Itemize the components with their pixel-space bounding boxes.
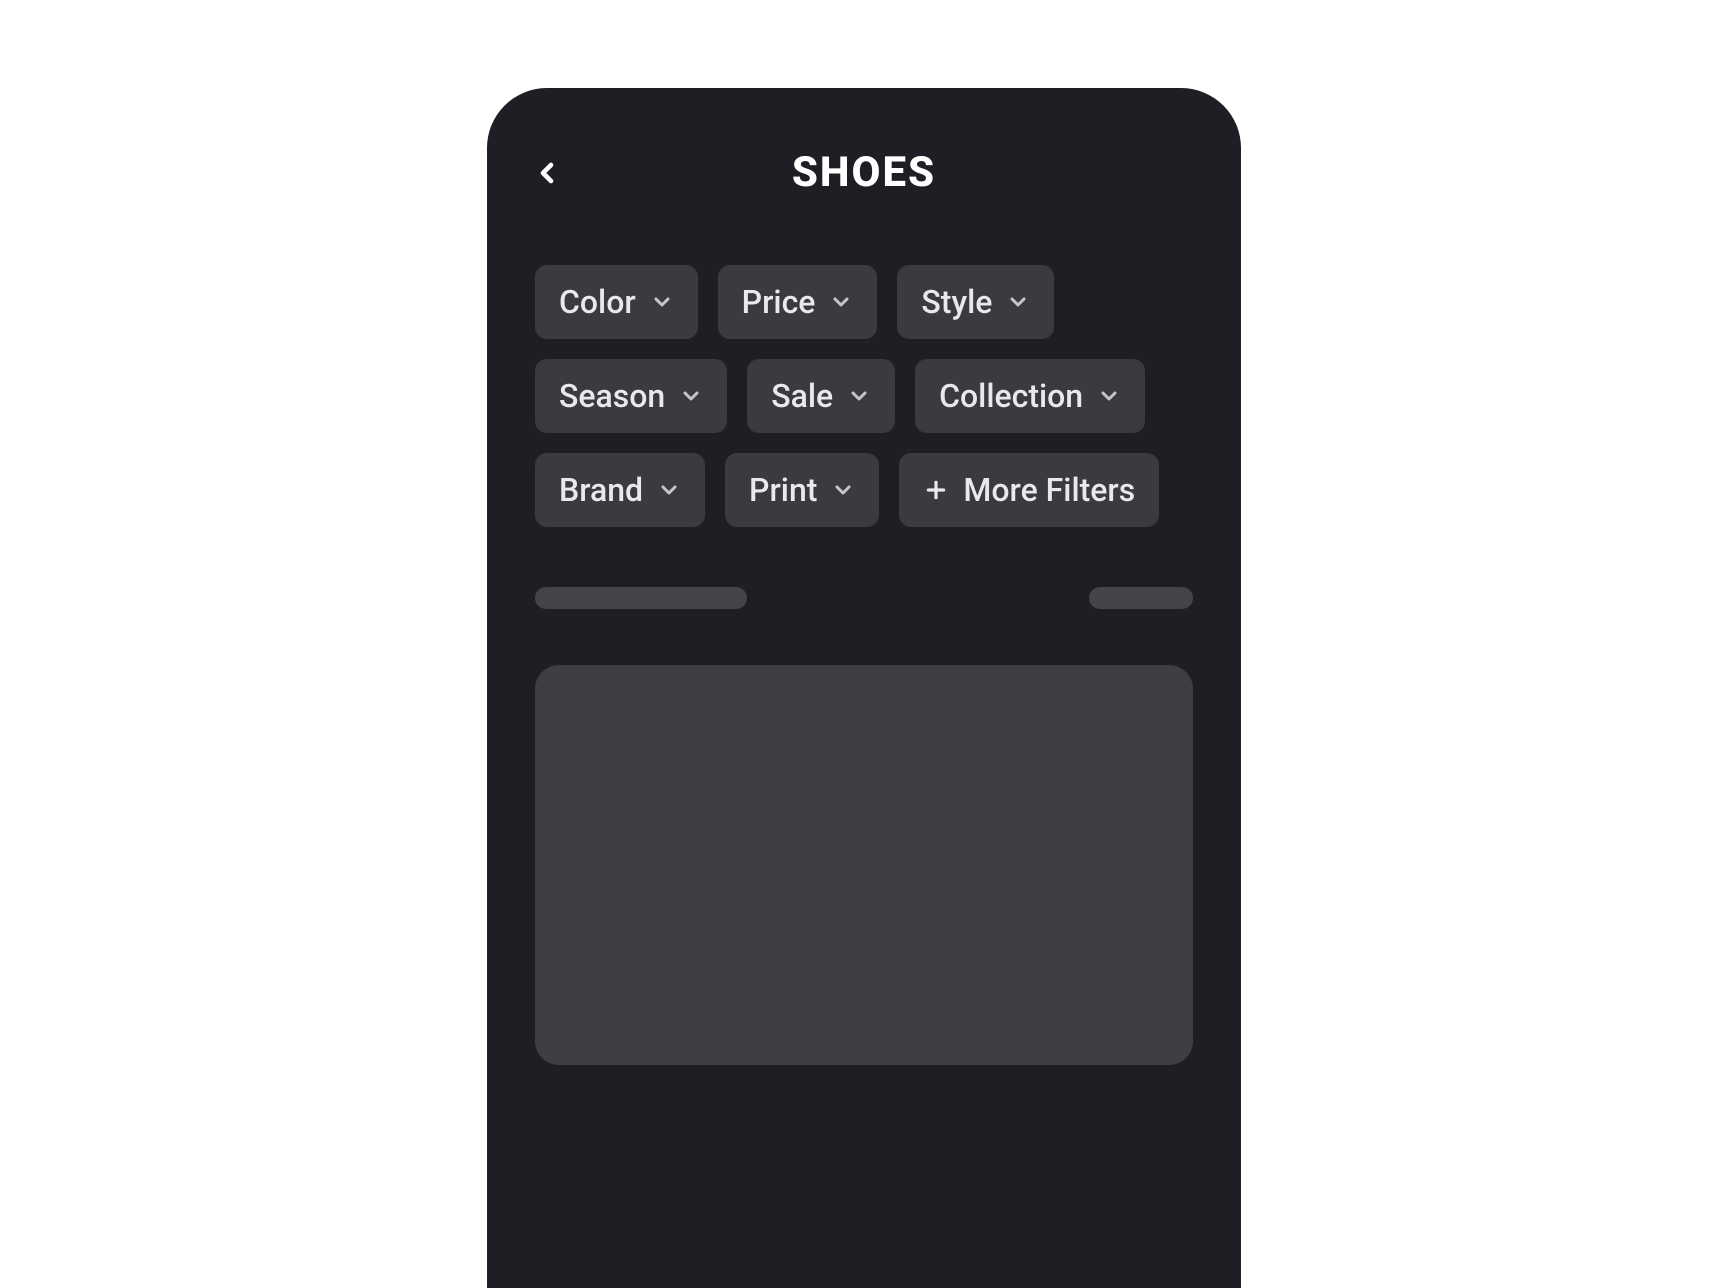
chevron-left-icon — [531, 157, 563, 189]
chevron-down-icon — [657, 478, 681, 502]
chevron-down-icon — [1006, 290, 1030, 314]
filter-label: Color — [559, 283, 636, 321]
chevron-down-icon — [679, 384, 703, 408]
filter-print[interactable]: Print — [725, 453, 879, 527]
skeleton-info-row — [535, 587, 1193, 609]
filter-style[interactable]: Style — [897, 265, 1054, 339]
chevron-down-icon — [650, 290, 674, 314]
skeleton-placeholder — [1089, 587, 1193, 609]
filter-season[interactable]: Season — [535, 359, 727, 433]
chevron-down-icon — [1097, 384, 1121, 408]
filters-container: Color Price Style Season — [535, 265, 1193, 527]
chevron-down-icon — [829, 290, 853, 314]
header: SHOES — [535, 148, 1193, 197]
filter-label: Sale — [771, 377, 833, 415]
more-filters-button[interactable]: More Filters — [899, 453, 1159, 527]
filter-brand[interactable]: Brand — [535, 453, 705, 527]
filter-label: Price — [742, 283, 816, 321]
back-button[interactable] — [517, 143, 577, 203]
filter-label: Season — [559, 377, 665, 415]
chevron-down-icon — [831, 478, 855, 502]
app-screen: SHOES Color Price Style Season — [487, 88, 1241, 1288]
filter-price[interactable]: Price — [718, 265, 878, 339]
filter-sale[interactable]: Sale — [747, 359, 895, 433]
more-filters-label: More Filters — [963, 471, 1135, 509]
filter-collection[interactable]: Collection — [915, 359, 1145, 433]
skeleton-placeholder — [535, 587, 747, 609]
product-card-skeleton — [535, 665, 1193, 1065]
chevron-down-icon — [847, 384, 871, 408]
filter-color[interactable]: Color — [535, 265, 698, 339]
page-title: SHOES — [535, 148, 1193, 197]
filter-label: Brand — [559, 471, 643, 509]
filter-label: Style — [921, 283, 992, 321]
filter-label: Collection — [939, 377, 1083, 415]
plus-icon — [923, 477, 949, 503]
filter-label: Print — [749, 471, 817, 509]
